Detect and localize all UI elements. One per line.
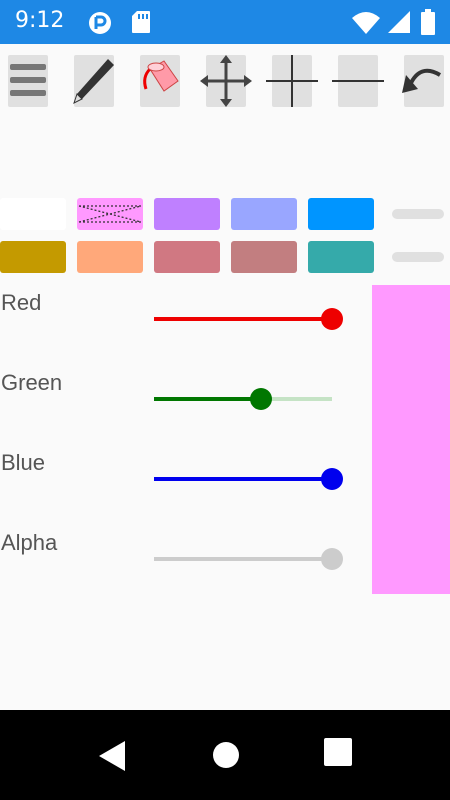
slider-fill: [154, 557, 332, 561]
swatch-pink-selected[interactable]: [77, 198, 143, 230]
alpha-label: Alpha: [1, 530, 58, 555]
recents-icon[interactable]: [324, 738, 352, 766]
palette-row-handle[interactable]: [392, 209, 444, 219]
app-notification-icon: [89, 12, 111, 34]
slider-thumb[interactable]: [321, 468, 343, 490]
swatch-white[interactable]: [0, 198, 66, 230]
slider-thumb[interactable]: [321, 308, 343, 330]
swatch-dusty-rose[interactable]: [231, 241, 297, 273]
slider-thumb[interactable]: [321, 548, 343, 570]
slider-fill: [154, 477, 332, 481]
horizontal-line-icon: [332, 80, 384, 82]
swatch-azure[interactable]: [308, 198, 374, 230]
palette-row-handle[interactable]: [392, 252, 444, 262]
blue-slider[interactable]: [154, 465, 343, 493]
swatch-teal[interactable]: [308, 241, 374, 273]
back-icon[interactable]: [97, 739, 127, 773]
swatch-periwinkle[interactable]: [231, 198, 297, 230]
paint-bucket-button[interactable]: [140, 55, 180, 107]
swatch-peach[interactable]: [77, 241, 143, 273]
alpha-slider[interactable]: [154, 545, 343, 573]
red-slider[interactable]: [154, 305, 343, 333]
swatch-violet[interactable]: [154, 198, 220, 230]
green-label: Green: [1, 370, 63, 395]
status-bar: 9:12: [0, 0, 450, 44]
green-slider[interactable]: [154, 385, 332, 413]
slider-fill: [154, 397, 261, 401]
pencil-button[interactable]: [73, 55, 114, 107]
red-label: Red: [1, 290, 42, 315]
horizontal-line-button[interactable]: [332, 55, 384, 107]
swatch-rose[interactable]: [154, 241, 220, 273]
color-preview: [372, 285, 450, 594]
home-icon[interactable]: [212, 741, 240, 769]
vertical-line-button[interactable]: [266, 55, 318, 107]
swatch-gold[interactable]: [0, 241, 66, 273]
sd-card-icon: [132, 11, 150, 33]
undo-button[interactable]: [402, 55, 444, 107]
slider-thumb[interactable]: [249, 388, 272, 410]
slider-fill: [154, 317, 332, 321]
selected-mark-icon: [78, 205, 142, 223]
paint-bucket-icon: [143, 60, 179, 92]
menu-button[interactable]: [8, 55, 48, 107]
navigation-bar: [0, 710, 450, 800]
vertical-line-icon: [266, 55, 318, 107]
pencil-icon: [73, 59, 114, 104]
toolbar: [0, 52, 450, 112]
blue-label: Blue: [1, 450, 46, 475]
battery-icon: [421, 9, 435, 35]
undo-icon: [402, 68, 442, 93]
status-time: 9:12: [15, 8, 65, 33]
wifi-icon: [352, 12, 380, 34]
menu-icon: [10, 64, 46, 96]
move-icon: [200, 55, 252, 107]
move-button[interactable]: [200, 55, 252, 107]
cell-signal-icon: [388, 11, 410, 33]
